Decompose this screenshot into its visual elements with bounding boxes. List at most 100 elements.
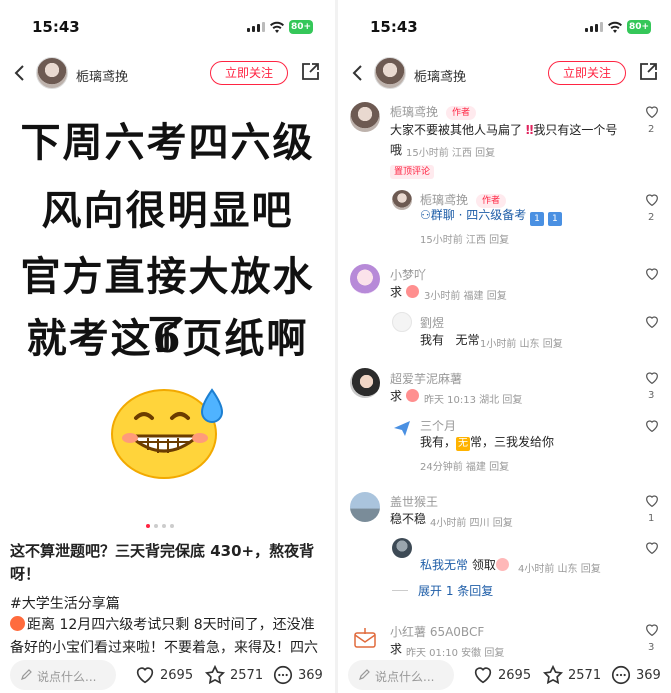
group-icon: ⚇ xyxy=(420,208,431,222)
heart-icon[interactable] xyxy=(644,314,660,330)
pinned-badge: 置顶评论 xyxy=(390,165,435,179)
comment-button[interactable]: 369 xyxy=(610,663,661,687)
comment-author[interactable]: 小梦吖 xyxy=(390,266,426,283)
author-avatar[interactable] xyxy=(374,57,406,89)
comment-meta[interactable]: 3小时前 福建 回复 xyxy=(424,287,507,302)
author-name[interactable]: 栀璃鸢挽 xyxy=(76,66,128,85)
comment-author[interactable]: 超爱芋泥麻薯 xyxy=(390,370,462,387)
commenter-avatar[interactable] xyxy=(350,102,380,132)
post-header: 栀璃鸢挽 立即关注 xyxy=(0,54,335,94)
collect-count: 2571 xyxy=(568,667,602,683)
share-icon[interactable] xyxy=(638,62,658,82)
bottom-action-bar: 说点什么... 2695 2571 369 xyxy=(338,657,671,693)
follow-button[interactable]: 立即关注 xyxy=(210,61,288,85)
like-count: 2695 xyxy=(160,667,194,683)
comment-count: 369 xyxy=(298,667,323,683)
paper-plane-icon[interactable] xyxy=(392,418,412,438)
heart-icon[interactable] xyxy=(644,266,660,282)
heart-icon[interactable] xyxy=(644,622,660,638)
post-hashtag[interactable]: #大学生活分享篇 xyxy=(10,593,120,613)
comment-text[interactable]: 求 xyxy=(390,282,419,303)
author-avatar[interactable] xyxy=(36,57,68,89)
author-name[interactable]: 栀璃鸢挽 xyxy=(414,66,466,85)
collect-count: 2571 xyxy=(230,667,264,683)
bottom-action-bar: 说点什么... 2695 2571 369 xyxy=(0,657,335,693)
comment-author[interactable]: 栀璃鸢挽 作者 xyxy=(390,103,477,120)
comment-text-cont[interactable]: 哦 xyxy=(390,140,402,161)
status-time: 15:43 xyxy=(32,18,80,36)
star-icon xyxy=(204,664,226,685)
comment-input[interactable]: 说点什么... xyxy=(348,660,454,690)
follow-button[interactable]: 立即关注 xyxy=(548,61,626,85)
like-count: 2695 xyxy=(498,667,532,683)
heart-icon[interactable] xyxy=(644,104,660,120)
mailbox-icon[interactable] xyxy=(352,624,378,650)
keycap-one-icon: 1 xyxy=(547,212,562,226)
collect-button[interactable]: 2571 xyxy=(542,663,601,687)
comment-button[interactable]: 369 xyxy=(272,663,323,687)
back-arrow-icon[interactable] xyxy=(10,62,32,84)
star-icon xyxy=(542,664,564,685)
replier-avatar[interactable] xyxy=(392,538,412,558)
heart-icon xyxy=(136,667,154,684)
reply-meta[interactable]: 1小时前 山东 回复 xyxy=(480,335,563,350)
collect-button[interactable]: 2571 xyxy=(204,663,263,687)
replier-avatar[interactable] xyxy=(392,190,412,210)
comment-text[interactable]: 大家不要被其他人马扁了 ‼我只有这一个号 xyxy=(390,120,617,141)
post-image[interactable]: 下周六考四六级 风向很明显吧 官方直接大放水了 就考这6页纸啊 xyxy=(0,100,335,530)
heart-icon[interactable] xyxy=(644,493,660,509)
comment-bubble-icon xyxy=(273,665,293,685)
status-bar: 15:43 80+ xyxy=(338,0,671,54)
comment-text[interactable]: 求 xyxy=(390,386,419,407)
poster-line-2: 风向很明显吧 xyxy=(41,187,294,234)
signal-icon xyxy=(585,22,603,32)
comment-like-count: 3 xyxy=(648,390,655,401)
like-button[interactable]: 2695 xyxy=(472,663,531,687)
post-panel: 15:43 80+ 栀璃鸢挽 立即关注 下周六考四六级 风向很明显吧 官方直接大… xyxy=(0,0,335,693)
heart-icon[interactable] xyxy=(644,418,660,434)
sticker-emoji-icon xyxy=(495,558,509,571)
comment-input[interactable]: 说点什么... xyxy=(10,660,116,690)
commenter-avatar[interactable] xyxy=(350,264,380,294)
expand-divider xyxy=(392,590,408,591)
comment-like-count: 2 xyxy=(648,124,655,135)
poster-line-1: 下周六考四六级 xyxy=(20,119,315,166)
heart-icon[interactable] xyxy=(644,370,660,386)
comment-input-placeholder: 说点什么... xyxy=(37,670,97,684)
reply-meta[interactable]: 4小时前 山东 回复 xyxy=(518,560,601,575)
commenter-avatar[interactable] xyxy=(350,368,380,398)
reply-text[interactable]: 我有，无常，三我发给你 xyxy=(420,432,554,453)
share-icon[interactable] xyxy=(300,62,320,82)
battery-icon: 80+ xyxy=(289,20,313,34)
heart-icon[interactable] xyxy=(644,192,660,208)
alarm-clock-icon xyxy=(10,616,25,631)
reply-author[interactable]: 劉煜 xyxy=(420,314,444,331)
back-arrow-icon[interactable] xyxy=(348,62,370,84)
comment-input-placeholder: 说点什么... xyxy=(375,670,435,684)
commenter-avatar[interactable] xyxy=(350,492,380,522)
reply-like-count: 2 xyxy=(648,212,655,223)
poster-line-4: 就考这6页纸啊 xyxy=(26,315,309,362)
comment-meta[interactable]: 15小时前 江西 回复 xyxy=(406,144,495,159)
expand-replies-link[interactable]: 展开 1 条回复 xyxy=(418,582,493,599)
comment-meta[interactable]: 4小时前 四川 回复 xyxy=(430,514,513,529)
comment-author[interactable]: 小红薯 65A0BCF xyxy=(390,623,484,640)
comment-author[interactable]: 盖世猴王 xyxy=(390,493,438,510)
group-chat-link[interactable]: ⚇群聊 · 四六级备考 1 1 xyxy=(420,205,562,226)
like-button[interactable]: 2695 xyxy=(134,663,193,687)
pen-icon xyxy=(359,669,370,680)
comment-meta[interactable]: 昨天 10:13 湖北 回复 xyxy=(424,391,522,406)
signal-icon xyxy=(247,22,265,32)
reply-text[interactable]: 私我无常 领取 xyxy=(420,555,509,576)
pen-icon xyxy=(21,669,32,680)
status-time: 15:43 xyxy=(370,18,418,36)
author-badge: 作者 xyxy=(446,106,477,120)
keycap-one-icon: 1 xyxy=(530,212,545,226)
heart-icon[interactable] xyxy=(644,540,660,556)
reply-meta[interactable]: 24分钟前 福建 回复 xyxy=(420,458,509,473)
replier-avatar[interactable] xyxy=(392,312,412,332)
comment-text[interactable]: 稳不稳 xyxy=(390,509,426,530)
reply-meta[interactable]: 15小时前 江西 回复 xyxy=(420,231,509,246)
reply-text[interactable]: 我有 无常 xyxy=(420,330,479,351)
wu-sticker-icon: 无 xyxy=(456,437,471,451)
